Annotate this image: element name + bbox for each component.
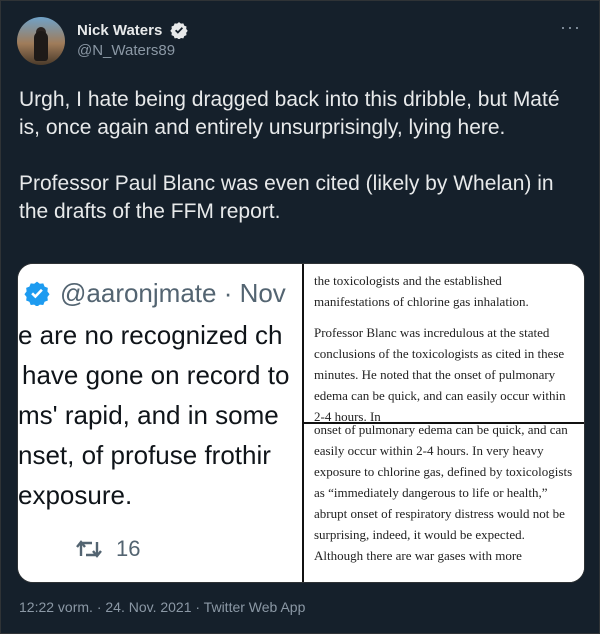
report-paragraph: Professor Blanc was incredulous at the s… — [314, 325, 566, 424]
quoted-tweet-line: ms' rapid, and in some — [18, 400, 279, 430]
quoted-tweet-header: @aaronjmate · Nov — [24, 278, 286, 309]
tweet-text: Urgh, I hate being dragged back into thi… — [19, 88, 560, 223]
author-handle[interactable]: @N_Waters89 — [77, 42, 188, 59]
avatar[interactable] — [17, 17, 65, 65]
report-excerpt-zoom: onset of pulmonary edema can be quick, a… — [304, 424, 584, 582]
report-paragraph: onset of pulmonary edema can be quick, a… — [314, 424, 573, 563]
retweet-count: 16 — [116, 536, 141, 561]
report-paragraph: the toxicologists and the established ma… — [314, 273, 529, 309]
more-options-icon[interactable]: ··· — [560, 17, 581, 38]
quoted-retweet-count: 16 — [76, 536, 140, 562]
tweet-card: Nick Waters @N_Waters89 ··· Urgh, I hate… — [0, 0, 600, 634]
quoted-tweet-screenshot: @aaronjmate · Nov e are no recognized ch… — [18, 264, 302, 582]
tweet-timestamp[interactable]: 12:22 vorm. · 24. Nov. 2021 · Twitter We… — [19, 599, 305, 615]
author-names: Nick Waters @N_Waters89 — [77, 21, 188, 59]
quoted-tweet-line: exposure. — [18, 480, 133, 510]
tweet-media[interactable]: @aaronjmate · Nov e are no recognized ch… — [17, 263, 585, 583]
verified-badge-icon — [24, 281, 50, 306]
tweet-header: Nick Waters @N_Waters89 ··· — [17, 17, 583, 73]
verified-badge-icon — [170, 22, 188, 39]
retweet-icon — [76, 540, 102, 558]
author-display-name[interactable]: Nick Waters — [77, 22, 162, 39]
report-excerpt: the toxicologists and the established ma… — [304, 264, 584, 582]
quoted-tweet-line: nset, of profuse frothir — [18, 440, 271, 470]
quoted-tweet-line: have gone on record to — [22, 360, 290, 390]
quoted-tweet-line: e are no recognized ch — [18, 320, 283, 350]
quoted-tweet-handle: @aaronjmate · Nov — [60, 278, 286, 308]
